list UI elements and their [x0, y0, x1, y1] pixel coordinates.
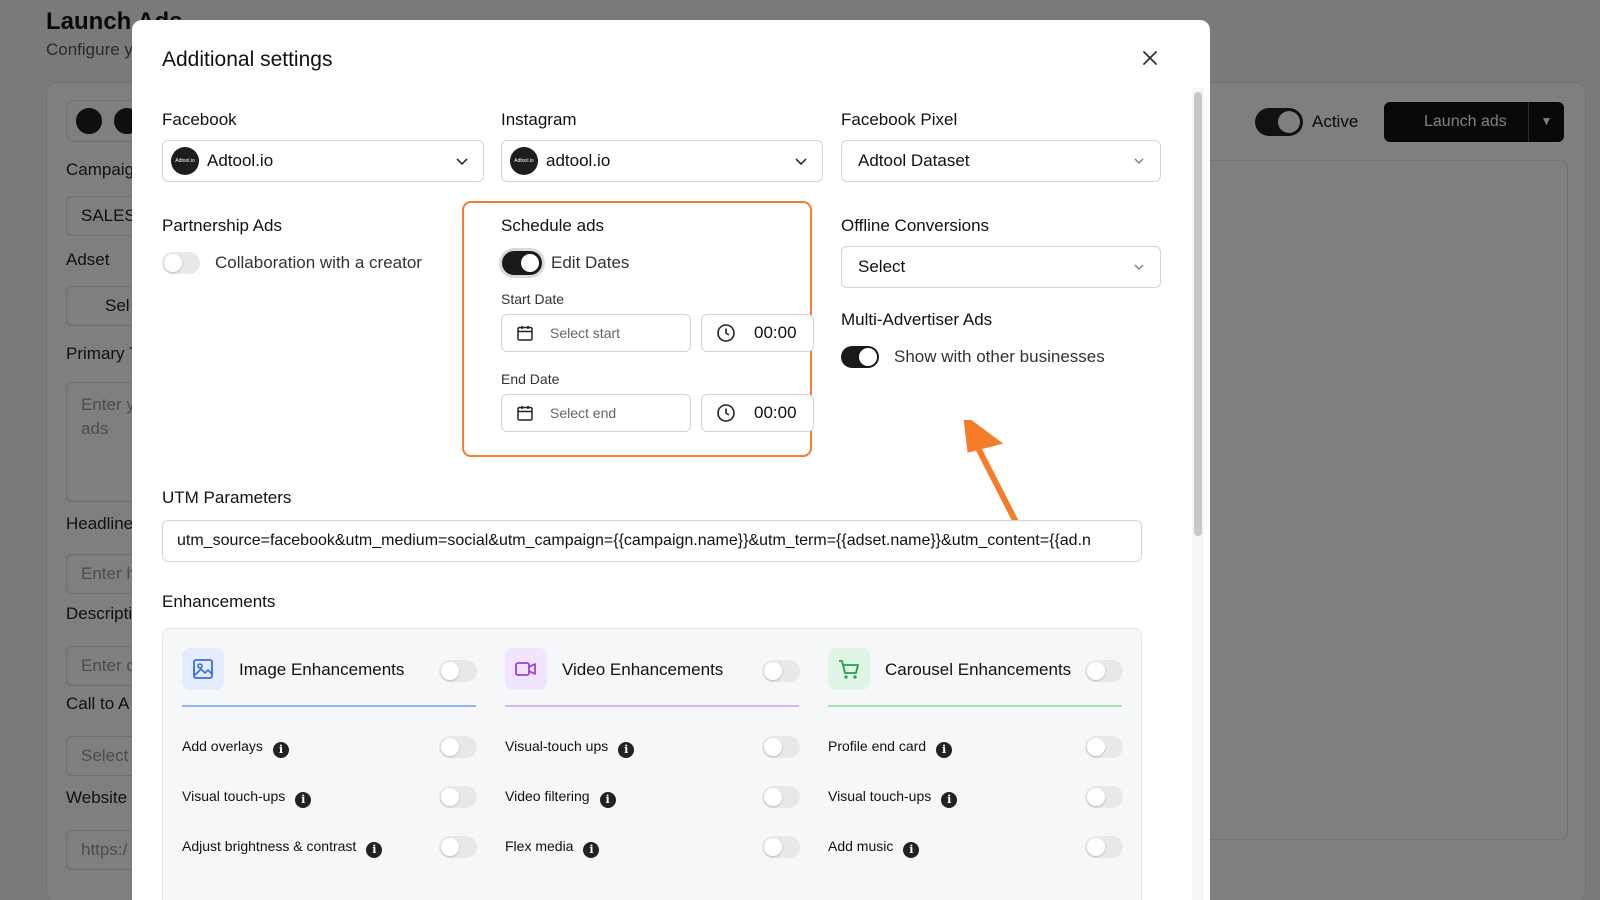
profile-end-card-toggle[interactable]	[1085, 736, 1123, 758]
start-date-label: Start Date	[501, 291, 565, 307]
enh-item-brightness-contrast: Adjust brightness & contrast i	[182, 838, 383, 858]
image-icon	[182, 648, 224, 690]
pixel-value: Adtool Dataset	[858, 151, 970, 170]
info-icon[interactable]: i	[599, 792, 616, 808]
chevron-down-icon	[1134, 264, 1144, 270]
video-icon	[505, 648, 547, 690]
image-enhancements-toggle[interactable]	[439, 660, 477, 682]
enh-item-profile-end-card: Profile end card i	[828, 738, 953, 758]
additional-settings-modal: Additional settings Facebook Adtool.io A…	[132, 20, 1210, 900]
enhancements-panel: Image Enhancements Add overlays i Visual …	[162, 628, 1142, 900]
offline-conversions-select[interactable]: Select	[841, 246, 1161, 288]
brightness-contrast-toggle[interactable]	[439, 836, 477, 858]
facebook-avatar: Adtool.io	[171, 147, 199, 175]
enhancements-label: Enhancements	[162, 592, 276, 611]
image-visual-touch-ups-toggle[interactable]	[439, 786, 477, 808]
carousel-visual-touch-ups-toggle[interactable]	[1085, 786, 1123, 808]
image-enhancements-divider	[182, 705, 476, 707]
offline-conversions-value: Select	[858, 257, 906, 276]
video-visual-touch-ups-toggle[interactable]	[762, 736, 800, 758]
carousel-enhancements-toggle[interactable]	[1085, 660, 1123, 682]
chevron-down-icon	[795, 158, 807, 166]
carousel-enhancements-title: Carousel Enhancements	[885, 660, 1072, 679]
info-icon[interactable]: i	[903, 842, 920, 858]
multi-advertiser-label: Multi-Advertiser Ads	[841, 310, 993, 329]
end-date-placeholder: Select end	[550, 405, 617, 421]
end-time-value: 00:00	[754, 403, 797, 422]
info-icon[interactable]: i	[618, 742, 635, 758]
enh-item-visual-touch-ups-carousel: Visual touch-ups i	[828, 788, 958, 808]
end-date-input[interactable]: Select end	[501, 394, 691, 432]
partnership-label: Partnership Ads	[162, 216, 283, 235]
info-icon[interactable]: i	[583, 842, 600, 858]
scrollbar-thumb[interactable]	[1194, 92, 1202, 536]
schedule-label: Schedule ads	[501, 216, 605, 235]
enh-item-add-music: Add music i	[828, 838, 920, 858]
enh-item-visual-touch-ups: Visual touch-ups i	[182, 788, 312, 808]
chevron-down-icon	[1134, 158, 1144, 164]
partnership-toggle-label: Collaboration with a creator	[215, 253, 422, 272]
facebook-value: Adtool.io	[207, 151, 274, 170]
enh-item-flex-media: Flex media i	[505, 838, 600, 858]
video-enhancements-title: Video Enhancements	[562, 660, 724, 679]
pixel-label: Facebook Pixel	[841, 110, 958, 129]
start-date-placeholder: Select start	[550, 325, 621, 341]
image-enhancements-title: Image Enhancements	[239, 660, 405, 679]
enh-item-visual-touch-ups-video: Visual-touch ups i	[505, 738, 635, 758]
close-icon[interactable]	[1136, 44, 1164, 72]
end-time-input[interactable]: 00:00	[701, 394, 814, 432]
cart-icon	[828, 648, 870, 690]
info-icon[interactable]: i	[295, 792, 312, 808]
info-icon[interactable]: i	[936, 742, 953, 758]
instagram-label: Instagram	[501, 110, 577, 129]
clock-icon	[717, 404, 735, 422]
flex-media-toggle[interactable]	[762, 836, 800, 858]
offline-conversions-label: Offline Conversions	[841, 216, 990, 235]
utm-parameters-input[interactable]: utm_source=facebook&utm_medium=social&ut…	[162, 520, 1142, 562]
info-icon[interactable]: i	[366, 842, 383, 858]
enh-item-add-overlays: Add overlays i	[182, 738, 289, 758]
modal-title: Additional settings	[162, 48, 333, 71]
instagram-avatar: Adtool.io	[510, 147, 538, 175]
edit-dates-toggle[interactable]	[502, 251, 542, 275]
edit-dates-label: Edit Dates	[551, 253, 630, 272]
facebook-page-select[interactable]: Adtool.io Adtool.io	[162, 140, 484, 182]
start-time-input[interactable]: 00:00	[701, 314, 814, 352]
add-music-toggle[interactable]	[1085, 836, 1123, 858]
info-icon[interactable]: i	[272, 742, 289, 758]
carousel-enhancements-divider	[828, 705, 1122, 707]
info-icon[interactable]: i	[941, 792, 958, 808]
multi-advertiser-toggle[interactable]	[841, 346, 879, 368]
enh-item-video-filtering: Video filtering i	[505, 788, 616, 808]
add-overlays-toggle[interactable]	[439, 736, 477, 758]
video-enhancements-divider	[505, 705, 799, 707]
start-time-value: 00:00	[754, 323, 797, 342]
facebook-label: Facebook	[162, 110, 237, 129]
end-date-label: End Date	[501, 371, 560, 387]
orange-arrow-annotation	[962, 420, 1021, 529]
multi-advertiser-toggle-label: Show with other businesses	[894, 347, 1105, 366]
start-date-input[interactable]: Select start	[501, 314, 691, 352]
calendar-icon	[517, 406, 533, 421]
calendar-icon	[517, 326, 533, 341]
chevron-down-icon	[456, 158, 468, 166]
clock-icon	[717, 324, 735, 342]
instagram-account-select[interactable]: Adtool.io adtool.io	[501, 140, 823, 182]
video-filtering-toggle[interactable]	[762, 786, 800, 808]
instagram-value: adtool.io	[546, 151, 611, 170]
utm-label: UTM Parameters	[162, 488, 292, 507]
pixel-select[interactable]: Adtool Dataset	[841, 140, 1161, 182]
video-enhancements-toggle[interactable]	[762, 660, 800, 682]
partnership-toggle[interactable]	[162, 252, 200, 274]
